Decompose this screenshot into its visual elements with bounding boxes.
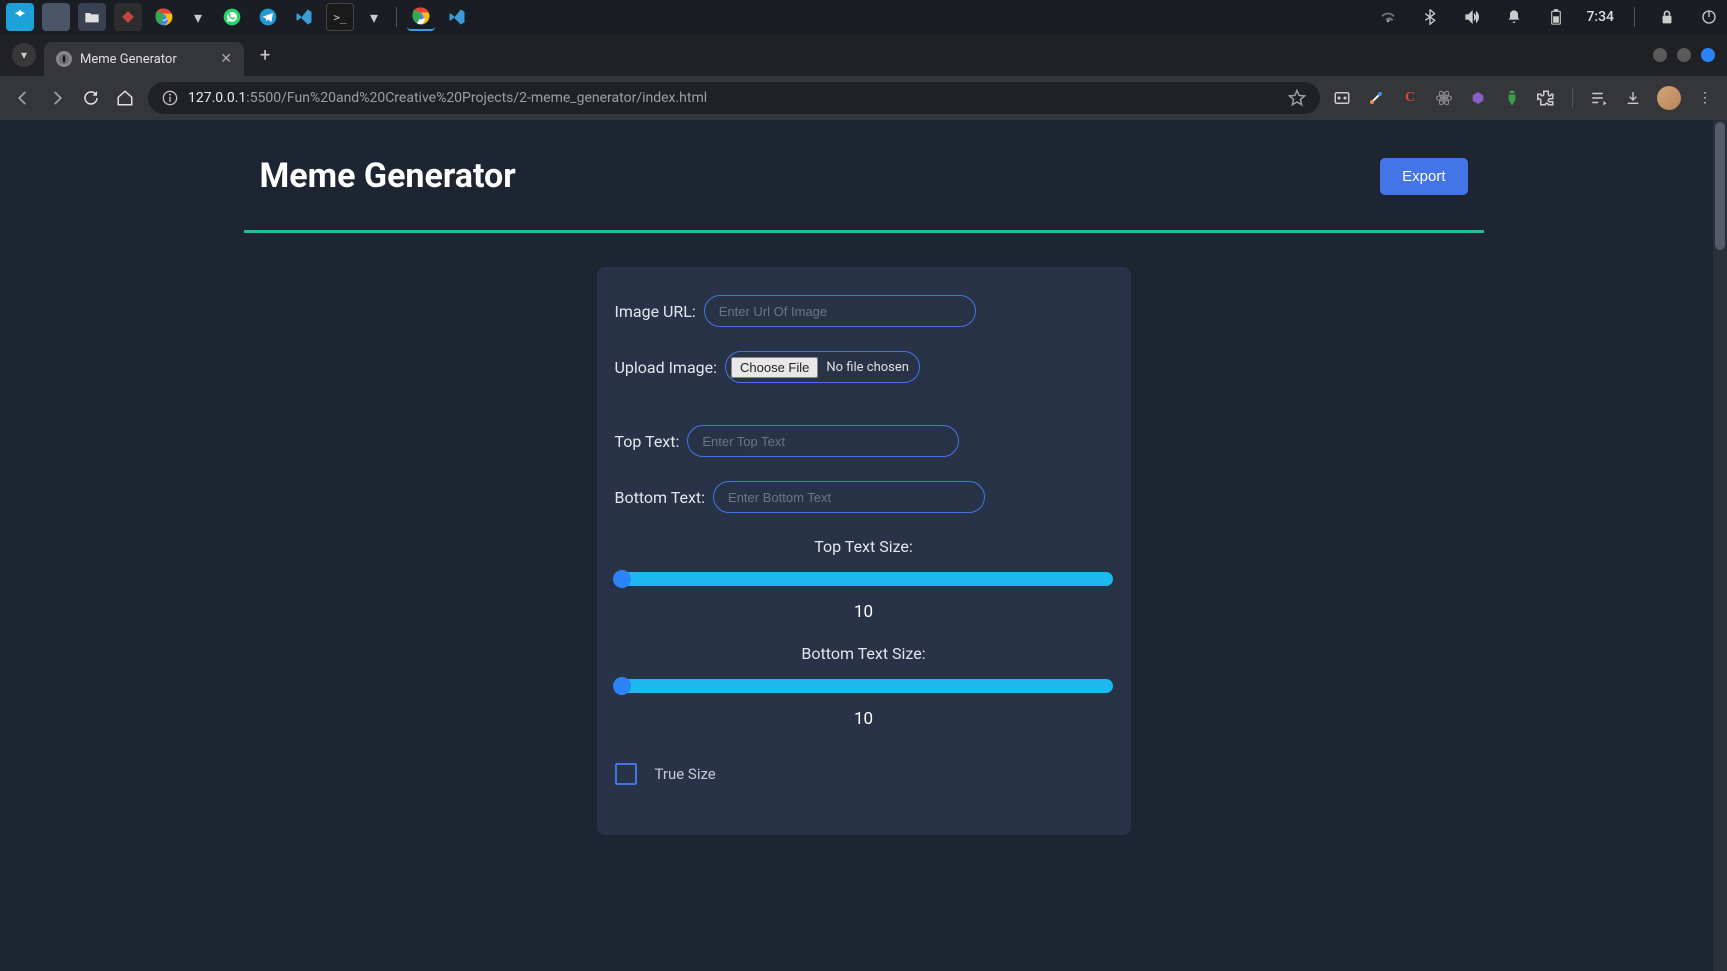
os-taskbar: ▾ >_ ▾ — [0, 0, 1727, 34]
true-size-label: True Size — [655, 765, 716, 783]
spacer — [615, 407, 1113, 425]
image-url-label: Image URL: — [615, 302, 696, 321]
browser-tab[interactable]: Meme Generator ✕ — [44, 42, 244, 76]
extensions-area: C ⋮ — [1332, 86, 1715, 110]
url-path: :5500/Fun%20and%20Creative%20Projects/2-… — [246, 90, 707, 106]
terminal-icon[interactable]: >_ — [326, 3, 354, 31]
chrome-active-icon[interactable] — [407, 3, 435, 31]
window-maximize-icon[interactable] — [1677, 48, 1691, 62]
app-launcher-icon[interactable] — [6, 3, 34, 31]
upload-label: Upload Image: — [615, 358, 718, 377]
chevron-down-icon[interactable]: ▾ — [362, 5, 386, 29]
separator — [396, 7, 397, 27]
upload-row: Upload Image: Choose File No file chosen — [615, 351, 1113, 383]
top-size-value: 10 — [615, 602, 1113, 622]
page-content: Meme Generator Export Image URL: Upload … — [244, 120, 1484, 835]
extension-icon[interactable] — [1366, 88, 1386, 108]
extension-icon[interactable] — [1332, 88, 1352, 108]
lock-icon[interactable] — [1655, 5, 1679, 29]
top-size-block: Top Text Size: 10 — [615, 537, 1113, 622]
tab-close-icon[interactable]: ✕ — [220, 51, 232, 67]
new-tab-button[interactable]: + — [252, 45, 278, 66]
browser-tabstrip: ▾ Meme Generator ✕ + — [0, 34, 1727, 76]
downloads-icon[interactable] — [1623, 88, 1643, 108]
chrome-icon[interactable] — [150, 3, 178, 31]
page-title: Meme Generator — [260, 156, 516, 196]
taskbar-app-icon[interactable] — [42, 3, 70, 31]
url-text: 127.0.0.1:5500/Fun%20and%20Creative%20Pr… — [188, 90, 1278, 106]
address-bar[interactable]: 127.0.0.1:5500/Fun%20and%20Creative%20Pr… — [148, 82, 1320, 114]
whatsapp-icon[interactable] — [218, 3, 246, 31]
system-tray: 7:34 — [1376, 5, 1721, 29]
power-icon[interactable] — [1697, 5, 1721, 29]
extension-icon[interactable] — [1468, 88, 1488, 108]
chevron-down-icon[interactable]: ▾ — [186, 5, 210, 29]
extension-icon[interactable] — [1434, 88, 1454, 108]
file-status: No file chosen — [826, 360, 909, 375]
volume-icon[interactable] — [1460, 5, 1484, 29]
choose-file-button[interactable]: Choose File — [731, 357, 818, 378]
taskbar-app-icon[interactable] — [114, 3, 142, 31]
window-close-icon[interactable] — [1701, 48, 1715, 62]
profile-avatar[interactable] — [1657, 86, 1681, 110]
bottom-size-slider[interactable] — [615, 679, 1113, 693]
top-text-label: Top Text: — [615, 432, 680, 451]
tab-title: Meme Generator — [80, 52, 212, 67]
image-url-row: Image URL: — [615, 295, 1113, 327]
bookmark-star-icon[interactable] — [1288, 89, 1306, 107]
extensions-menu-icon[interactable] — [1536, 88, 1556, 108]
file-manager-icon[interactable] — [78, 3, 106, 31]
battery-icon[interactable] — [1544, 5, 1568, 29]
wifi-icon[interactable] — [1376, 5, 1400, 29]
bottom-size-value: 10 — [615, 709, 1113, 729]
extension-icon[interactable]: C — [1400, 88, 1420, 108]
upload-input[interactable]: Choose File No file chosen — [725, 351, 920, 383]
top-text-input[interactable] — [687, 425, 959, 457]
image-url-input[interactable] — [704, 295, 976, 327]
scrollbar[interactable] — [1713, 120, 1727, 971]
home-button[interactable] — [114, 87, 136, 109]
page-viewport: Meme Generator Export Image URL: Upload … — [0, 120, 1727, 971]
taskbar-left: ▾ >_ ▾ — [6, 3, 471, 31]
separator — [1572, 88, 1573, 108]
forward-button[interactable] — [46, 87, 68, 109]
telegram-icon[interactable] — [254, 3, 282, 31]
notification-icon[interactable] — [1502, 5, 1526, 29]
window-minimize-icon[interactable] — [1653, 48, 1667, 62]
extension-icon[interactable] — [1502, 88, 1522, 108]
clock[interactable]: 7:34 — [1586, 9, 1614, 25]
scrollbar-thumb[interactable] — [1715, 122, 1725, 250]
back-button[interactable] — [12, 87, 34, 109]
form-panel: Image URL: Upload Image: Choose File No … — [597, 267, 1131, 835]
vscode-icon[interactable] — [290, 3, 318, 31]
top-text-row: Top Text: — [615, 425, 1113, 457]
top-size-label: Top Text Size: — [615, 537, 1113, 556]
separator — [1634, 7, 1635, 27]
bottom-text-input[interactable] — [713, 481, 985, 513]
true-size-checkbox[interactable] — [615, 763, 637, 785]
reading-list-icon[interactable] — [1589, 88, 1609, 108]
browser-toolbar: 127.0.0.1:5500/Fun%20and%20Creative%20Pr… — [0, 76, 1727, 120]
window-controls — [1653, 48, 1715, 62]
browser-menu-icon[interactable]: ⋮ — [1695, 88, 1715, 108]
true-size-row: True Size — [615, 763, 1113, 785]
tab-favicon-icon — [56, 51, 72, 67]
bottom-text-label: Bottom Text: — [615, 488, 706, 507]
vscode-active-icon[interactable] — [443, 3, 471, 31]
export-button[interactable]: Export — [1380, 158, 1467, 195]
bottom-size-label: Bottom Text Size: — [615, 644, 1113, 663]
reload-button[interactable] — [80, 87, 102, 109]
top-size-slider[interactable] — [615, 572, 1113, 586]
site-info-icon[interactable] — [162, 90, 178, 106]
tab-search-icon[interactable]: ▾ — [12, 43, 36, 67]
bottom-text-row: Bottom Text: — [615, 481, 1113, 513]
bluetooth-icon[interactable] — [1418, 5, 1442, 29]
page-header: Meme Generator Export — [244, 120, 1484, 233]
url-host: 127.0.0.1 — [188, 90, 246, 106]
bottom-size-block: Bottom Text Size: 10 — [615, 644, 1113, 729]
